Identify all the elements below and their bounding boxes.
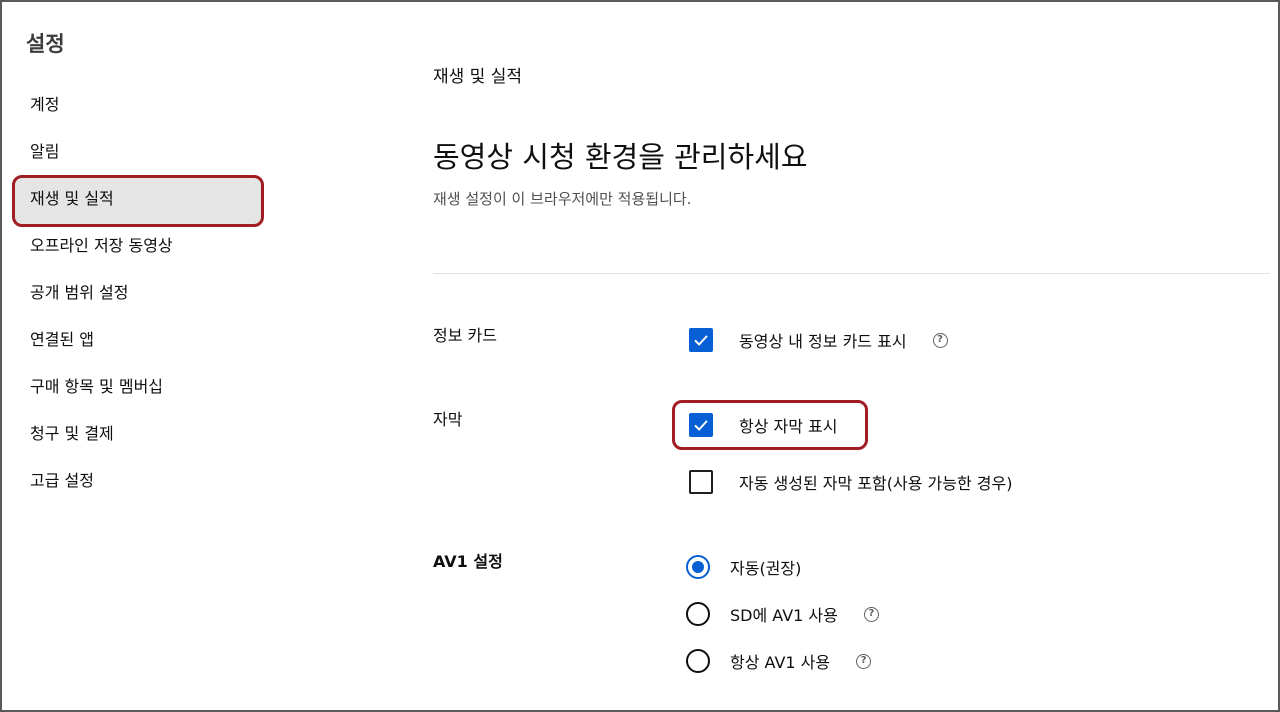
always-show-captions-label: 항상 자막 표시	[739, 417, 838, 436]
info-cards-option[interactable]: 동영상 내 정보 카드 표시 ?	[689, 328, 948, 352]
av1-always-radio[interactable]	[686, 649, 710, 673]
sidebar-item-connected-apps[interactable]: 연결된 앱	[12, 316, 264, 364]
always-show-captions-checkbox[interactable]	[689, 413, 713, 437]
captions-label: 자막	[433, 410, 463, 429]
page-title: 동영상 시청 환경을 관리하세요	[433, 140, 808, 174]
auto-generated-captions-checkbox[interactable]	[689, 470, 713, 494]
av1-sd-radio[interactable]	[686, 602, 710, 626]
info-cards-label: 정보 카드	[433, 326, 497, 345]
sidebar-item-playback[interactable]: 재생 및 실적	[12, 175, 264, 227]
sidebar-item-privacy[interactable]: 공개 범위 설정	[12, 269, 264, 317]
av1-sd-label: SD에 AV1 사용	[730, 606, 838, 625]
av1-always-option[interactable]: 항상 AV1 사용 ?	[686, 649, 872, 673]
sidebar-item-advanced[interactable]: 고급 설정	[12, 457, 264, 505]
sidebar-item-account[interactable]: 계정	[12, 81, 264, 129]
sidebar-item-billing[interactable]: 청구 및 결제	[12, 410, 264, 458]
radio-dot	[692, 561, 704, 573]
section-divider	[433, 273, 1270, 274]
av1-auto-label: 자동(권장)	[730, 559, 802, 578]
auto-generated-captions-option[interactable]: 자동 생성된 자막 포함(사용 가능한 경우)	[689, 470, 1012, 494]
info-cards-option-label: 동영상 내 정보 카드 표시	[739, 332, 907, 351]
page-subtitle: 재생 설정이 이 브라우저에만 적용됩니다.	[433, 190, 692, 208]
section-label: 재생 및 실적	[433, 67, 523, 87]
sidebar-item-notifications[interactable]: 알림	[12, 128, 264, 176]
check-icon	[694, 335, 708, 346]
av1-sd-option[interactable]: SD에 AV1 사용 ?	[686, 602, 879, 626]
help-icon[interactable]: ?	[932, 332, 948, 348]
sidebar-item-downloads[interactable]: 오프라인 저장 동영상	[12, 222, 264, 270]
help-icon[interactable]: ?	[863, 606, 879, 622]
check-icon	[694, 420, 708, 431]
av1-label: AV1 설정	[433, 552, 503, 571]
av1-auto-radio[interactable]	[686, 555, 710, 579]
sidebar-item-purchases[interactable]: 구매 항목 및 멤버십	[12, 363, 264, 411]
always-show-captions-option[interactable]: 항상 자막 표시	[689, 413, 838, 437]
sidebar-title: 설정	[26, 32, 65, 56]
av1-always-label: 항상 AV1 사용	[730, 653, 831, 672]
auto-generated-captions-label: 자동 생성된 자막 포함(사용 가능한 경우)	[739, 474, 1013, 493]
help-icon[interactable]: ?	[856, 653, 872, 669]
info-cards-checkbox[interactable]	[689, 328, 713, 352]
av1-auto-option[interactable]: 자동(권장)	[686, 555, 801, 579]
